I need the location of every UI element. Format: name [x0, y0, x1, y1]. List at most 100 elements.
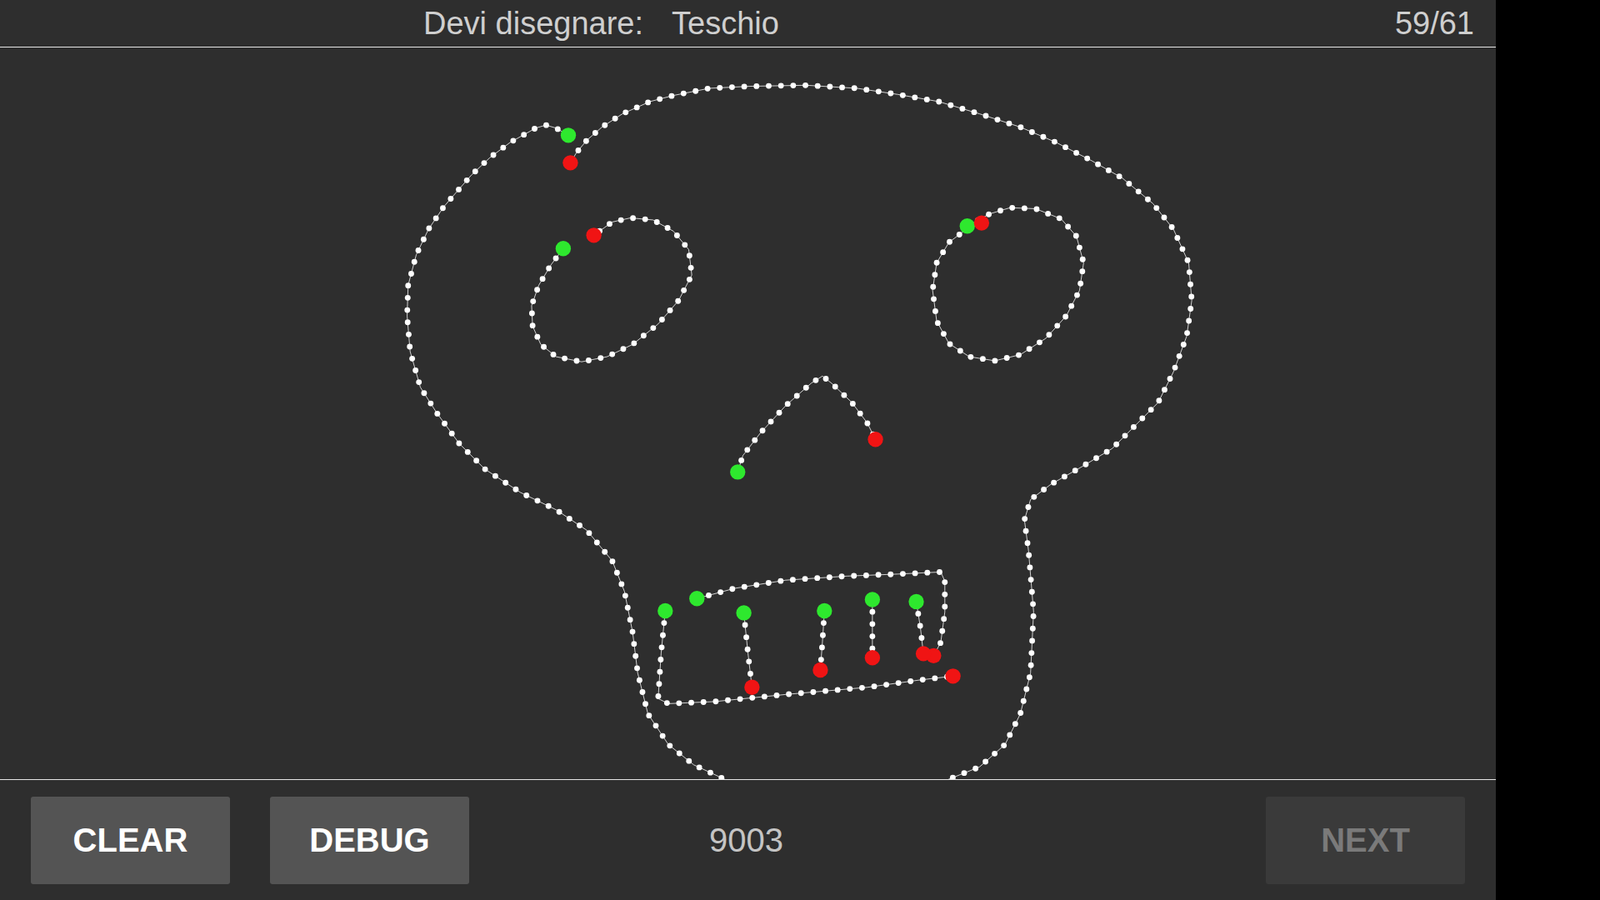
stroke-point — [482, 466, 489, 473]
stroke-point — [768, 419, 775, 425]
stroke-point — [1084, 155, 1090, 162]
stroke-point — [696, 764, 703, 770]
stroke-point — [1040, 486, 1047, 493]
stroke-line — [407, 85, 1193, 780]
stroke-point — [743, 634, 750, 640]
stroke-line — [531, 217, 692, 362]
stroke-point — [566, 515, 573, 522]
stroke-end-point — [812, 662, 828, 678]
stroke-point — [464, 177, 470, 184]
stroke-point — [875, 88, 882, 95]
stroke-point — [1113, 441, 1120, 448]
stroke-point — [895, 680, 902, 686]
stroke-point — [520, 131, 527, 138]
stroke-point — [1012, 720, 1019, 727]
stroke-point — [500, 145, 506, 151]
action-button[interactable]: DEBUG — [270, 796, 470, 885]
stroke-point — [1079, 268, 1085, 275]
stroke-point — [540, 344, 547, 350]
stroke-point — [947, 102, 954, 109]
stroke-point — [523, 492, 530, 499]
stroke-point — [839, 573, 845, 580]
stroke-point — [553, 255, 560, 262]
stroke-point — [441, 420, 448, 427]
stroke-point — [1130, 424, 1137, 430]
stroke-point — [601, 122, 608, 129]
stroke-point — [545, 503, 552, 510]
stroke-point — [674, 232, 680, 239]
stroke-point — [934, 260, 940, 266]
drawing-surface[interactable] — [0, 47, 1496, 780]
stroke-point — [1116, 173, 1123, 180]
drawing-canvas[interactable] — [0, 47, 1496, 780]
stroke — [735, 605, 760, 695]
next-button[interactable]: NEXT — [1265, 796, 1465, 885]
stroke-point — [502, 480, 509, 486]
action-button[interactable]: CLEAR — [30, 796, 230, 885]
stroke — [689, 569, 948, 664]
stroke-point — [1050, 480, 1057, 486]
stroke-point — [618, 217, 625, 224]
stroke-point — [1017, 710, 1024, 716]
stroke-point — [409, 355, 415, 362]
stroke-point — [620, 345, 626, 352]
stroke-point — [1017, 124, 1024, 130]
stroke-point — [741, 584, 748, 590]
stroke-point — [636, 677, 643, 684]
stroke-point — [1028, 650, 1035, 656]
stroke-point — [826, 574, 833, 580]
counter-label: 59/61 — [1395, 5, 1475, 42]
stroke-point — [534, 334, 540, 340]
stroke-point — [1045, 331, 1052, 338]
stroke-point — [700, 699, 707, 705]
stroke-point — [803, 385, 810, 391]
stroke-point — [705, 592, 712, 599]
stroke-point — [918, 635, 925, 641]
stroke-point — [937, 640, 944, 646]
stroke-point — [655, 680, 662, 687]
stroke-point — [592, 130, 599, 136]
stroke-point — [1026, 565, 1033, 571]
stroke-end-point — [945, 668, 960, 684]
stroke-point — [956, 231, 963, 238]
stroke-point — [850, 573, 857, 580]
stroke-point — [630, 640, 637, 647]
stroke-point — [1076, 245, 1083, 251]
stroke-point — [555, 125, 561, 132]
stroke-point — [798, 690, 805, 696]
stroke-start-point — [816, 603, 832, 619]
stroke-point — [765, 83, 772, 90]
stroke-point — [530, 322, 536, 329]
stroke-point — [822, 688, 829, 695]
stroke-point — [935, 320, 941, 326]
stroke-point — [665, 225, 671, 231]
stroke-point — [859, 685, 865, 691]
stroke-point — [660, 620, 667, 626]
stroke-line — [696, 571, 945, 655]
stroke — [812, 603, 832, 678]
stroke-point — [1072, 467, 1079, 474]
stroke-point — [550, 351, 557, 358]
stroke-point — [1021, 205, 1028, 212]
stroke-point — [656, 95, 663, 102]
stroke-point — [1015, 352, 1022, 359]
stroke-point — [1180, 341, 1187, 348]
stroke-point — [887, 571, 894, 578]
stroke-point — [751, 437, 758, 444]
stroke-point — [612, 115, 619, 122]
stroke-point — [840, 392, 847, 399]
stroke-start-point — [960, 218, 975, 234]
stroke-point — [634, 665, 640, 671]
stroke-line — [932, 207, 1084, 361]
stroke-point — [1025, 552, 1032, 559]
stroke-point — [1020, 698, 1027, 705]
stroke-point — [1054, 322, 1060, 329]
stroke-point — [660, 632, 666, 639]
stroke-point — [1161, 386, 1168, 393]
stroke-point — [1125, 180, 1132, 187]
stroke-point — [869, 620, 875, 627]
stroke-point — [575, 147, 582, 154]
stroke-point — [1023, 528, 1030, 535]
stroke-point — [425, 225, 432, 232]
stroke-point — [712, 698, 719, 705]
